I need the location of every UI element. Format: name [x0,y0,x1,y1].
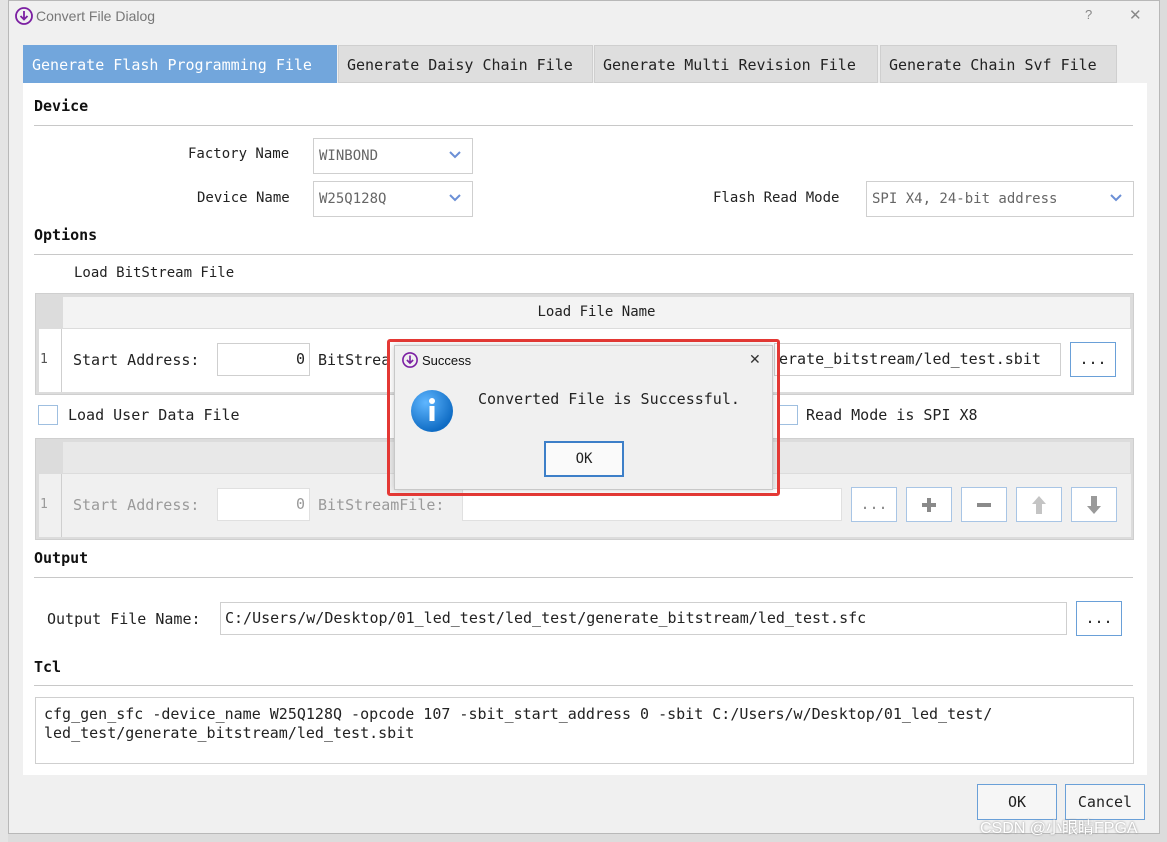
device-name-select[interactable]: W25Q128Q [313,181,473,217]
divider [34,254,1133,255]
start-address-input[interactable]: 0 [217,343,310,376]
table-header-label: Load File Name [537,304,656,320]
close-icon[interactable]: ✕ [1129,6,1142,24]
arrow-down-icon [1087,496,1101,514]
remove-button[interactable] [961,487,1007,522]
load-user-data-checkbox[interactable] [38,405,58,425]
success-ok-button[interactable]: OK [544,441,624,477]
plus-icon [922,498,936,512]
tcl-line: cfg_gen_sfc -device_name W25Q128Q -opcod… [44,705,993,723]
factory-name-select[interactable]: WINBOND [313,138,473,174]
app-download-icon [402,352,418,368]
watermark: CSDN @小眼睛FPGA [980,820,1138,837]
output-file-name-label: Output File Name: [47,610,201,628]
start-address-label: Start Address: [73,351,200,369]
user-start-address-input[interactable]: 0 [217,488,310,521]
row-index-divider [61,474,62,537]
row-index-divider [61,329,62,392]
success-message: Converted File is Successful. [478,390,740,408]
help-button[interactable]: ? [1085,7,1092,22]
chevron-down-icon [449,194,461,202]
user-start-address-label: Start Address: [73,496,200,514]
browse-user-data-button[interactable]: ... [851,487,897,522]
section-tcl: Tcl [34,658,62,676]
flash-read-mode-value: SPI X4, 24-bit address [872,191,1058,207]
tab-daisy-chain[interactable]: Generate Daisy Chain File [338,45,593,83]
section-output: Output [34,549,89,567]
row-index: 1 [40,352,48,367]
divider [34,125,1133,126]
read-mode-x8-checkbox[interactable] [778,405,798,425]
dialog-title: Convert File Dialog [36,8,156,24]
chevron-down-icon [449,151,461,159]
tab-multi-revision[interactable]: Generate Multi Revision File [594,45,878,83]
divider [34,685,1133,686]
background-app [0,0,8,842]
user-bitstream-label: BitStreamFile: [318,496,445,514]
section-device: Device [34,97,89,115]
close-icon[interactable]: ✕ [749,351,761,368]
device-name-label: Device Name [197,190,290,206]
factory-name-label: Factory Name [188,146,290,162]
dialog-titlebar: Convert File Dialog ? ✕ [9,1,1159,31]
arrow-up-icon [1032,496,1046,514]
tcl-line: led_test/generate_bitstream/led_test.sbi… [44,724,415,742]
add-button[interactable] [906,487,952,522]
table-header: Load File Name [63,297,1130,328]
load-bitstream-label: Load BitStream File [74,265,235,281]
section-options: Options [34,226,98,244]
move-up-button[interactable] [1016,487,1062,522]
chevron-down-icon [1110,194,1122,202]
app-download-icon [15,7,33,25]
success-dialog: Success ✕ Converted File is Successful. … [394,345,773,490]
bitstream-file-label: BitStrea [318,351,391,369]
move-down-button[interactable] [1071,487,1117,522]
output-file-name-input[interactable]: C:/Users/w/Desktop/01_led_test/led_test/… [220,602,1067,635]
tab-chain-svf[interactable]: Generate Chain Svf File [880,45,1117,83]
device-name-value: W25Q128Q [319,191,387,207]
browse-bitstream-button[interactable]: ... [1070,342,1116,377]
divider [34,577,1133,578]
load-user-data-label: Load User Data File [68,406,240,424]
bitstream-file-value: erate_bitstream/led_test.sbit [779,350,1041,368]
browse-output-button[interactable]: ... [1076,601,1122,636]
tab-flash-programming[interactable]: Generate Flash Programming File [23,45,337,83]
row-index: 1 [40,497,48,512]
bitstream-file-input[interactable]: erate_bitstream/led_test.sbit [774,343,1061,376]
read-mode-x8-label: Read Mode is SPI X8 [806,406,978,424]
flash-read-mode-label: Flash Read Mode [713,190,840,206]
flash-read-mode-select[interactable]: SPI X4, 24-bit address [866,181,1134,217]
minus-icon [977,503,991,507]
factory-name-value: WINBOND [319,148,379,164]
success-title: Success [422,353,472,368]
tcl-command-box[interactable]: cfg_gen_sfc -device_name W25Q128Q -opcod… [35,697,1134,764]
info-icon [410,389,454,433]
